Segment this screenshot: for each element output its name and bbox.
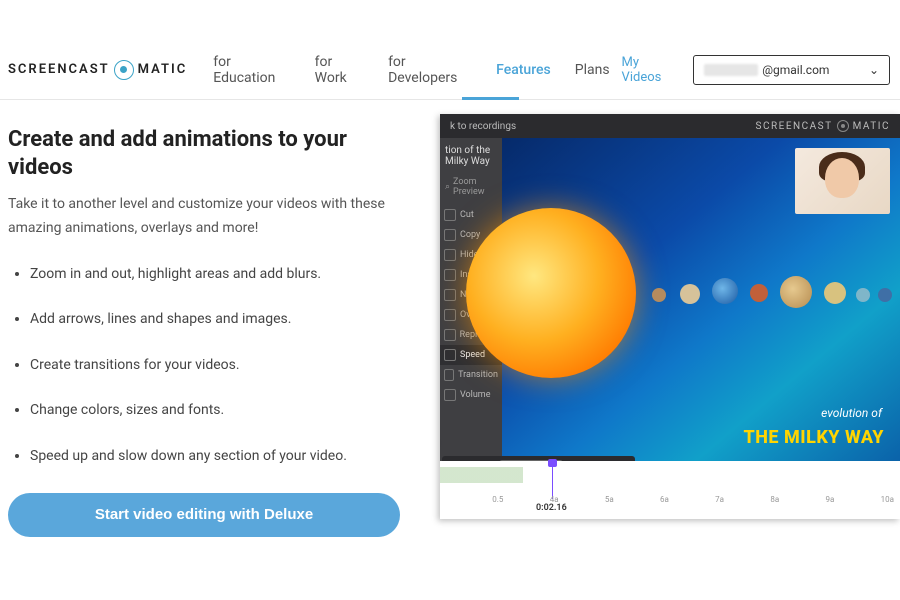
sun-graphic <box>466 208 636 378</box>
timeline[interactable]: 0:02.16 0.54a5a6a7a8a9a10a <box>440 461 900 519</box>
feature-item: Speed up and slow down any section of yo… <box>30 447 405 467</box>
feature-item: Add arrows, lines and shapes and images. <box>30 310 405 330</box>
planet-icon <box>878 288 892 302</box>
planet-icon <box>824 282 846 304</box>
volume-icon <box>444 389 456 401</box>
brand-logo: SCREENCAST MATIC <box>8 60 187 80</box>
nav-education[interactable]: for Education <box>213 54 290 86</box>
logo-circle-icon <box>114 60 134 80</box>
transition-icon <box>444 369 454 381</box>
planet-icon <box>750 284 768 302</box>
overlay-icon <box>444 309 456 321</box>
hero-title: Create and add animations to your videos <box>8 126 405 181</box>
nav-developers[interactable]: for Developers <box>388 54 472 86</box>
editor-titlebar: k to recordings SCREENCAST MATIC <box>440 114 900 138</box>
nav-my-videos[interactable]: My Videos <box>622 55 678 85</box>
planet-icon <box>652 288 666 302</box>
account-email: @gmail.com <box>762 63 829 77</box>
sb-transition[interactable]: Transition <box>440 365 502 385</box>
sb-cut[interactable]: Cut <box>440 205 502 225</box>
nav-features[interactable]: Features <box>496 62 551 78</box>
cta-button[interactable]: Start video editing with Deluxe <box>8 493 400 537</box>
logo-text-right: MATIC <box>138 62 188 77</box>
playhead[interactable] <box>552 463 553 499</box>
sb-volume[interactable]: Volume <box>440 385 502 405</box>
narrate-icon <box>444 289 456 301</box>
planet-icon <box>856 288 870 302</box>
hero-copy: Create and add animations to your videos… <box>8 126 423 537</box>
planet-icon <box>680 284 700 304</box>
chevron-down-icon: ⌄ <box>869 63 879 77</box>
zoom-preview[interactable]: ⌕Zoom Preview <box>440 173 502 205</box>
overlay-caption: evolution of <box>821 406 882 420</box>
editor-brand: SCREENCAST MATIC <box>756 120 890 132</box>
account-dropdown[interactable]: @gmail.com ⌄ <box>693 55 890 85</box>
feature-item: Change colors, sizes and fonts. <box>30 401 405 421</box>
planet-icon <box>780 276 812 308</box>
feature-item: Zoom in and out, highlight areas and add… <box>30 265 405 285</box>
replace-icon <box>444 329 456 341</box>
feature-list: Zoom in and out, highlight areas and add… <box>8 265 405 467</box>
waveform <box>440 467 900 483</box>
logo-text-left: SCREENCAST <box>8 62 110 77</box>
planet-icon <box>712 278 738 304</box>
account-redacted <box>704 64 758 76</box>
clip-title: tion of the Milky Way <box>440 142 502 173</box>
feature-item: Create transitions for your videos. <box>30 356 405 376</box>
cut-icon <box>444 209 456 221</box>
search-icon: ⌕ <box>445 182 450 192</box>
video-preview: evolution of THE MILKY WAY <box>502 138 900 478</box>
nav-work[interactable]: for Work <box>315 54 364 86</box>
insert-icon <box>444 269 456 281</box>
overlay-title: THE MILKY WAY <box>743 427 884 448</box>
copy-icon <box>444 229 456 241</box>
webcam-overlay <box>795 148 890 214</box>
nav-plans[interactable]: Plans <box>575 62 610 78</box>
editor-back[interactable]: k to recordings <box>450 121 516 132</box>
top-nav: SCREENCAST MATIC for Education for Work … <box>0 40 900 100</box>
hide-icon <box>444 249 456 261</box>
hero-subtitle: Take it to another level and customize y… <box>8 193 405 241</box>
speed-icon <box>444 349 456 361</box>
editor-screenshot: k to recordings SCREENCAST MATIC tion of… <box>440 114 900 519</box>
time-ticks: 0.54a5a6a7a8a9a10a <box>440 495 900 513</box>
